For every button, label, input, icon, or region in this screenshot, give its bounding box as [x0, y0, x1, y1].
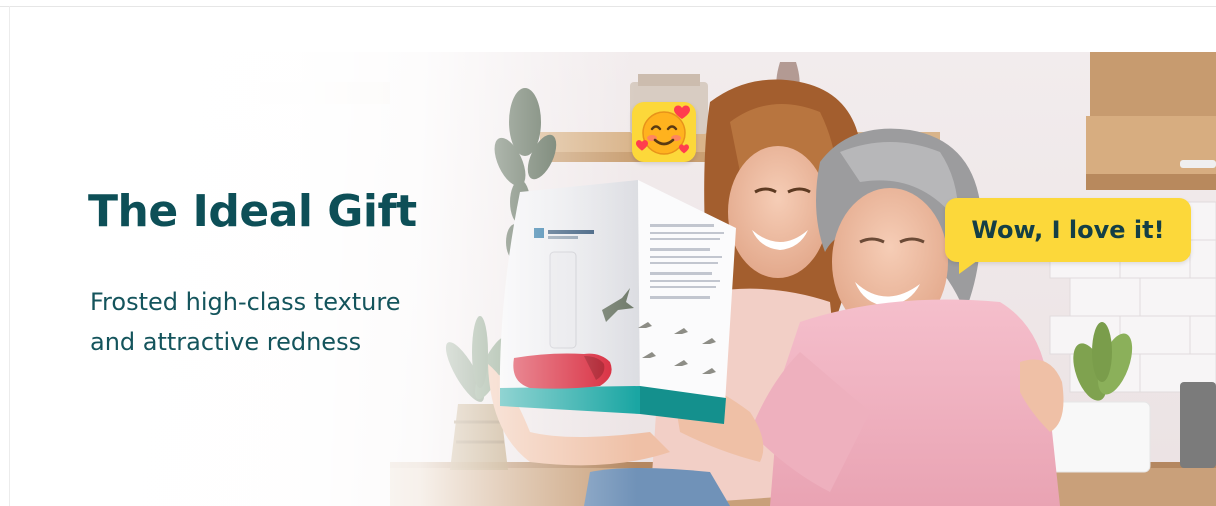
smiling-face-with-hearts-icon	[636, 105, 690, 155]
speech-bubble-text: Wow, I love it!	[971, 216, 1165, 244]
page: The Ideal Gift Frosted high-class textur…	[0, 0, 1216, 506]
subhead-line-2: and attractive redness	[90, 328, 362, 356]
banner-subhead: Frosted high-class texture and attractiv…	[90, 282, 401, 362]
promo-banner: The Ideal Gift Frosted high-class textur…	[10, 52, 1216, 506]
banner-headline: The Ideal Gift	[88, 186, 417, 237]
top-divider	[0, 6, 1216, 7]
subhead-line-1: Frosted high-class texture	[90, 288, 401, 316]
emoji-badge	[632, 102, 696, 162]
text-backdrop-fade	[10, 52, 1216, 506]
speech-bubble: Wow, I love it!	[945, 198, 1191, 274]
